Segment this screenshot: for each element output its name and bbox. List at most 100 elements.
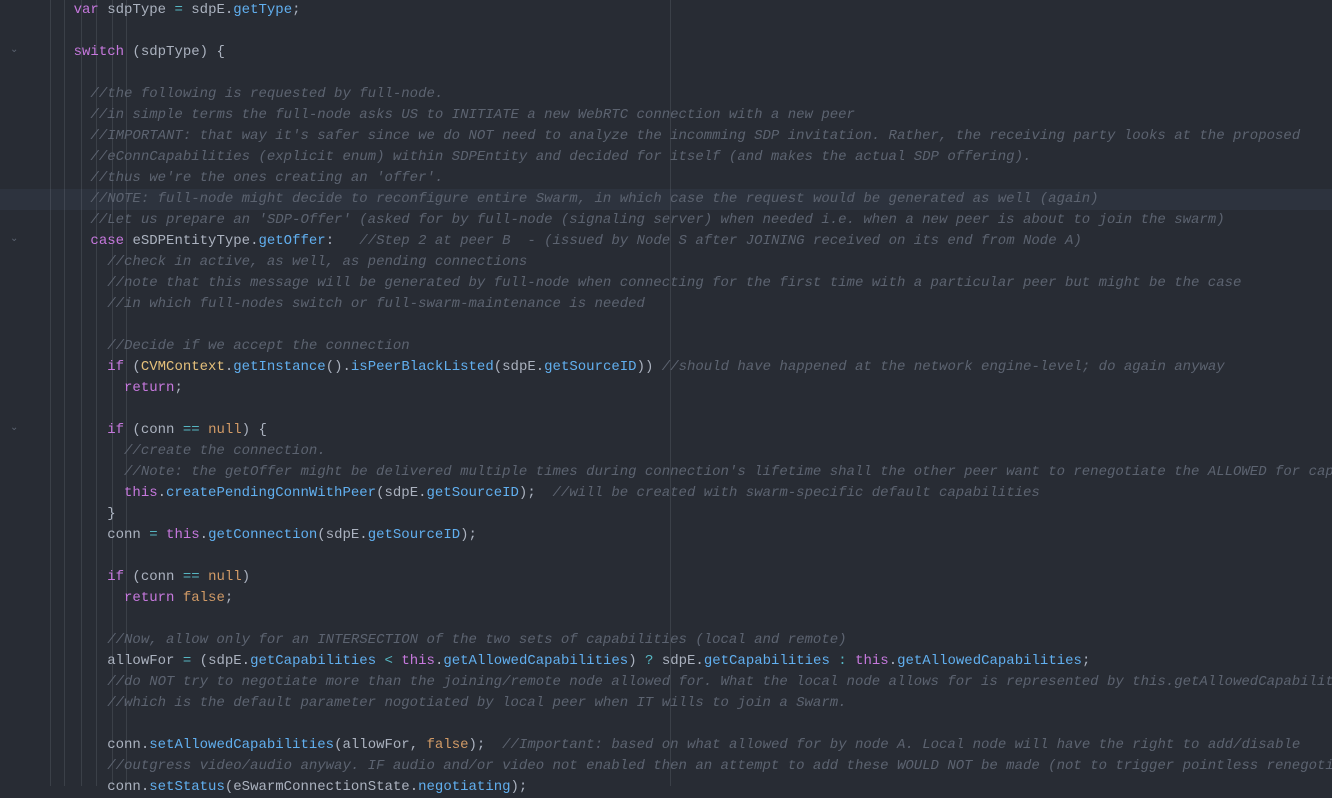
code-line[interactable]: //do NOT try to negotiate more than the … (40, 672, 1332, 693)
code-line[interactable]: if (CVMContext.getInstance().isPeerBlack… (40, 357, 1332, 378)
token-cmt: //which is the default parameter nogotia… (107, 695, 846, 711)
token-prop: isPeerBlackListed (351, 359, 494, 375)
token-punc: } (107, 506, 115, 522)
fold-icon[interactable]: ⌄ (10, 46, 20, 56)
token-punc: ; (1082, 653, 1090, 669)
fold-icon[interactable]: ⌄ (10, 424, 20, 434)
token-op: = (149, 527, 157, 543)
token-var: sdpType (107, 2, 166, 18)
token-var: allowFor (342, 737, 409, 753)
code-area[interactable]: var sdpType = sdpE.getType; switch (sdpT… (36, 0, 1332, 786)
code-line[interactable]: case eSDPEntityType.getOffer: //Step 2 a… (40, 231, 1332, 252)
token-kw: if (107, 359, 124, 375)
code-editor[interactable]: ⌄ ⌄ ⌄ var sdpType = sdpE.getType; switch (… (0, 0, 1332, 786)
code-line[interactable]: //Now, allow only for an INTERSECTION of… (40, 630, 1332, 651)
token-punc: . (359, 527, 367, 543)
code-line[interactable] (40, 63, 1332, 84)
code-line[interactable]: return; (40, 378, 1332, 399)
token-prop: getConnection (208, 527, 317, 543)
code-line[interactable] (40, 609, 1332, 630)
code-line[interactable]: //Decide if we accept the connection (40, 336, 1332, 357)
token-prop: getOffer (258, 233, 325, 249)
token-var: sdpE (384, 485, 418, 501)
token-cmt: //Note: the getOffer might be delivered … (124, 464, 1332, 480)
token-punc: . (141, 737, 149, 753)
code-line[interactable]: this.createPendingConnWithPeer(sdpE.getS… (40, 483, 1332, 504)
token-punc: ) (628, 653, 645, 669)
token-punc: ); (469, 737, 503, 753)
token-prop: getSourceID (544, 359, 636, 375)
token-punc: . (141, 779, 149, 795)
token-prop: negotiating (418, 779, 510, 795)
fold-icon[interactable]: ⌄ (10, 235, 20, 245)
code-line[interactable] (40, 315, 1332, 336)
token-var: sdpE (662, 653, 696, 669)
token-cmt: //note that this message will be generat… (107, 275, 1241, 291)
code-line[interactable]: var sdpType = sdpE.getType; (40, 0, 1332, 21)
token-punc: ( (124, 569, 141, 585)
code-line[interactable]: //Let us prepare an 'SDP-Offer' (asked f… (40, 210, 1332, 231)
token-cmt: //Step 2 at peer B - (issued by Node S a… (359, 233, 1082, 249)
token-prop: getSourceID (427, 485, 519, 501)
token-kw: if (107, 422, 124, 438)
token-punc: ( (124, 422, 141, 438)
code-line[interactable]: //Note: the getOffer might be delivered … (40, 462, 1332, 483)
token-var: sdpType (141, 44, 200, 60)
code-line[interactable]: //IMPORTANT: that way it's safer since w… (40, 126, 1332, 147)
token-const: null (208, 569, 242, 585)
token-punc: (). (326, 359, 351, 375)
token-punc: ( (225, 779, 233, 795)
code-line[interactable]: if (conn == null) (40, 567, 1332, 588)
code-line[interactable]: //thus we're the ones creating an 'offer… (40, 168, 1332, 189)
code-line[interactable]: return false; (40, 588, 1332, 609)
gutter[interactable]: ⌄ ⌄ ⌄ (0, 0, 36, 786)
token-cmt: //Let us prepare an 'SDP-Offer' (asked f… (90, 212, 1224, 228)
code-line[interactable]: //the following is requested by full-nod… (40, 84, 1332, 105)
token-punc: ; (174, 380, 182, 396)
token-op: == (183, 422, 200, 438)
token-op: == (183, 569, 200, 585)
code-line[interactable]: switch (sdpType) { (40, 42, 1332, 63)
token-punc (174, 653, 182, 669)
token-cmt: //check in active, as well, as pending c… (107, 254, 527, 270)
code-line[interactable]: allowFor = (sdpE.getCapabilities < this.… (40, 651, 1332, 672)
code-line[interactable]: //eConnCapabilities (explicit enum) with… (40, 147, 1332, 168)
code-line[interactable]: //NOTE: full-node might decide to reconf… (40, 189, 1332, 210)
code-line[interactable]: //note that this message will be generat… (40, 273, 1332, 294)
token-var: sdpE (326, 527, 360, 543)
token-punc: ( (124, 44, 141, 60)
token-cmt: //Decide if we accept the connection (107, 338, 409, 354)
token-punc: ) (242, 569, 250, 585)
token-punc (200, 569, 208, 585)
token-cmt: //Now, allow only for an INTERSECTION of… (107, 632, 846, 648)
token-punc (376, 653, 384, 669)
token-var: allowFor (107, 653, 174, 669)
token-prop: getInstance (233, 359, 325, 375)
code-line[interactable]: conn = this.getConnection(sdpE.getSource… (40, 525, 1332, 546)
code-line[interactable]: //check in active, as well, as pending c… (40, 252, 1332, 273)
code-line[interactable]: conn.setStatus(eSwarmConnectionState.neg… (40, 777, 1332, 798)
code-line[interactable]: //create the connection. (40, 441, 1332, 462)
token-var: conn (141, 422, 175, 438)
code-line[interactable]: } (40, 504, 1332, 525)
code-line[interactable]: conn.setAllowedCapabilities(allowFor, fa… (40, 735, 1332, 756)
token-punc: : (326, 233, 360, 249)
token-cmt: //Important: based on what allowed for b… (502, 737, 1300, 753)
code-line[interactable] (40, 714, 1332, 735)
token-var: conn (107, 737, 141, 753)
token-punc: ( (191, 653, 208, 669)
token-const: false (183, 590, 225, 606)
code-line[interactable]: //outgress video/audio anyway. IF audio … (40, 756, 1332, 777)
token-prop: setAllowedCapabilities (149, 737, 334, 753)
code-line[interactable]: //in which full-nodes switch or full-swa… (40, 294, 1332, 315)
code-line[interactable]: //which is the default parameter nogotia… (40, 693, 1332, 714)
code-line[interactable] (40, 399, 1332, 420)
code-line[interactable]: if (conn == null) { (40, 420, 1332, 441)
token-punc: . (695, 653, 703, 669)
token-cmt: //eConnCapabilities (explicit enum) with… (90, 149, 1031, 165)
code-line[interactable] (40, 21, 1332, 42)
code-line[interactable] (40, 546, 1332, 567)
token-prop: setStatus (149, 779, 225, 795)
token-const: false (427, 737, 469, 753)
code-line[interactable]: //in simple terms the full-node asks US … (40, 105, 1332, 126)
